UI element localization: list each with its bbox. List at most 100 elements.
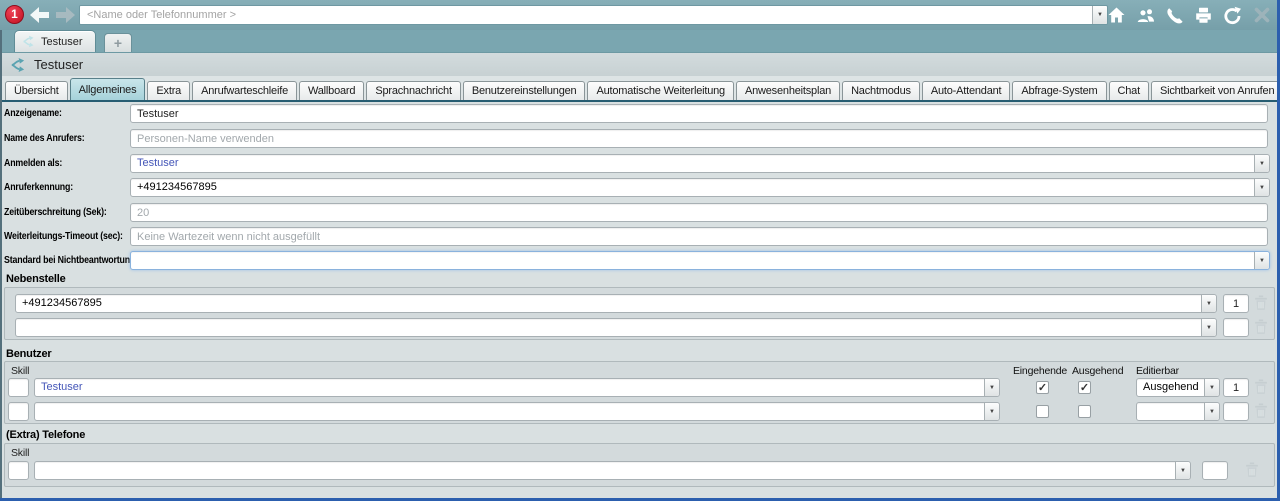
zeitueberschreitung-input[interactable]	[130, 203, 1268, 222]
extra-telefon-position-input[interactable]	[1202, 461, 1228, 480]
selected-value: +491234567895	[131, 179, 1254, 196]
trash-icon[interactable]	[1254, 319, 1268, 335]
tab-benutzereinstellungen[interactable]: Benutzereinstellungen	[463, 81, 586, 100]
selected-value: +491234567895	[16, 295, 1201, 312]
notification-badge: 1	[5, 5, 24, 24]
tab-allgemeines[interactable]: Allgemeines	[70, 78, 146, 100]
trash-icon[interactable]	[1254, 379, 1268, 395]
selected-value: Testuser	[35, 379, 984, 396]
chevron-down-icon[interactable]	[1201, 319, 1216, 336]
field-label: Anzeigename:	[4, 104, 62, 123]
chevron-down-icon[interactable]	[1201, 295, 1216, 312]
editierbar-select[interactable]	[1136, 402, 1220, 421]
close-icon[interactable]	[1251, 5, 1272, 25]
section-title-nebenstelle: Nebenstelle	[6, 273, 66, 285]
chevron-down-icon[interactable]	[984, 379, 999, 396]
field-label: Standard bei Nichtbeantwortung:	[4, 251, 138, 270]
tab-auto-attendant[interactable]: Auto-Attendant	[922, 81, 1011, 100]
tab-chat[interactable]: Chat	[1109, 81, 1149, 100]
eingehende-checkbox[interactable]: ✓	[1036, 381, 1049, 394]
top-toolbar: 1	[0, 0, 1280, 30]
field-label: Zeitüberschreitung (Sek):	[4, 203, 107, 222]
benutzer-position-input[interactable]	[1223, 378, 1249, 397]
search-input[interactable]	[80, 6, 1092, 24]
skill-column-header: Skill	[11, 447, 29, 459]
tab-sprachnachricht[interactable]: Sprachnachricht	[366, 81, 461, 100]
chevron-down-icon[interactable]	[1254, 179, 1269, 196]
refresh-icon[interactable]	[1222, 5, 1243, 25]
tab-extra[interactable]: Extra	[147, 81, 190, 100]
back-icon[interactable]	[28, 5, 51, 25]
section-title-extra-telefone: (Extra) Telefone	[6, 429, 85, 441]
anmelden-als-select[interactable]: Testuser	[130, 154, 1270, 173]
ausgehend-checkbox[interactable]: ✓	[1078, 381, 1091, 394]
form-row-anzeigename: Anzeigename:	[0, 104, 1280, 123]
page-title: Testuser	[34, 57, 83, 72]
selected-value	[35, 403, 984, 420]
standard-bei-nichtbeantwortung-select[interactable]	[130, 251, 1270, 270]
benutzer-position-input[interactable]	[1223, 402, 1249, 421]
trash-icon[interactable]	[1254, 403, 1268, 419]
field-label: Anruferkennung:	[4, 178, 73, 197]
chevron-down-icon[interactable]	[1175, 462, 1190, 479]
trash-icon[interactable]	[1245, 462, 1259, 478]
ausgehend-checkbox[interactable]	[1078, 405, 1091, 418]
chevron-down-icon[interactable]	[1092, 6, 1107, 24]
home-icon[interactable]	[1106, 5, 1127, 25]
benutzer-user-select[interactable]	[34, 402, 1000, 421]
form-row-anmelden-als: Anmelden als: Testuser	[0, 154, 1280, 173]
form-row-standard-bei-nichtbeantwortung: Standard bei Nichtbeantwortung:	[0, 251, 1280, 270]
skill-input[interactable]	[8, 378, 29, 397]
chevron-down-icon[interactable]	[984, 403, 999, 420]
tab-anwesenheitsplan[interactable]: Anwesenheitsplan	[736, 81, 840, 100]
chevron-down-icon[interactable]	[1254, 155, 1269, 172]
skill-input[interactable]	[8, 402, 29, 421]
selected-value: Ausgehend	[1137, 379, 1204, 396]
selected-value	[16, 319, 1201, 336]
eingehende-checkbox[interactable]	[1036, 405, 1049, 418]
selected-value	[35, 462, 1175, 479]
print-icon[interactable]	[1193, 5, 1214, 25]
chevron-down-icon[interactable]	[1204, 379, 1219, 396]
page-header: Testuser	[0, 53, 1280, 76]
add-tab-button[interactable]: +	[104, 33, 132, 52]
session-tab-label: Testuser	[41, 36, 83, 48]
selected-value	[131, 252, 1254, 269]
tab-nachtmodus[interactable]: Nachtmodus	[842, 81, 920, 100]
form-row-name-des-anrufers: Name des Anrufers:	[0, 129, 1280, 148]
weiterleitungs-timeout-input[interactable]	[130, 227, 1268, 246]
anruferkennung-select[interactable]: +491234567895	[130, 178, 1270, 197]
trash-icon[interactable]	[1254, 295, 1268, 311]
settings-tab-bar: Übersicht Allgemeines Extra Anrufwartesc…	[0, 76, 1280, 100]
window-border-left	[0, 30, 2, 501]
nebenstelle-number-select[interactable]	[15, 318, 1217, 337]
extension-icon	[22, 35, 35, 48]
form-row-zeitueberschreitung: Zeitüberschreitung (Sek):	[0, 203, 1280, 222]
editierbar-select[interactable]: Ausgehend	[1136, 378, 1220, 397]
tab-sichtbarkeit-von-anrufen[interactable]: Sichtbarkeit von Anrufen	[1151, 81, 1280, 100]
session-tab-testuser[interactable]: Testuser	[14, 30, 96, 52]
extra-telefon-select[interactable]	[34, 461, 1191, 480]
skill-input[interactable]	[8, 461, 29, 480]
chevron-down-icon[interactable]	[1254, 252, 1269, 269]
phone-icon[interactable]	[1164, 5, 1185, 25]
chevron-down-icon[interactable]	[1204, 403, 1219, 420]
forward-icon[interactable]	[54, 5, 77, 25]
tab-abfrage-system[interactable]: Abfrage-System	[1012, 81, 1106, 100]
tab-uebersicht[interactable]: Übersicht	[5, 81, 68, 100]
tab-anrufwarteschleife[interactable]: Anrufwarteschleife	[192, 81, 297, 100]
nebenstelle-position-input[interactable]	[1223, 318, 1249, 337]
tab-wallboard[interactable]: Wallboard	[299, 81, 364, 100]
anzeigename-input[interactable]	[130, 104, 1268, 123]
benutzer-user-select[interactable]: Testuser	[34, 378, 1000, 397]
tab-automatische-weiterleitung[interactable]: Automatische Weiterleitung	[587, 81, 734, 100]
benutzer-section: Skill Eingehende Ausgehend Editierbar Te…	[4, 361, 1275, 424]
nebenstelle-position-input[interactable]	[1223, 294, 1249, 313]
nebenstelle-number-select[interactable]: +491234567895	[15, 294, 1217, 313]
extra-telefone-section: Skill	[4, 443, 1275, 487]
name-des-anrufers-input[interactable]	[130, 129, 1268, 148]
section-title-benutzer: Benutzer	[6, 348, 51, 360]
field-label: Name des Anrufers:	[4, 129, 84, 148]
form-row-anruferkennung: Anruferkennung: +491234567895	[0, 178, 1280, 197]
contacts-icon[interactable]	[1135, 5, 1156, 25]
